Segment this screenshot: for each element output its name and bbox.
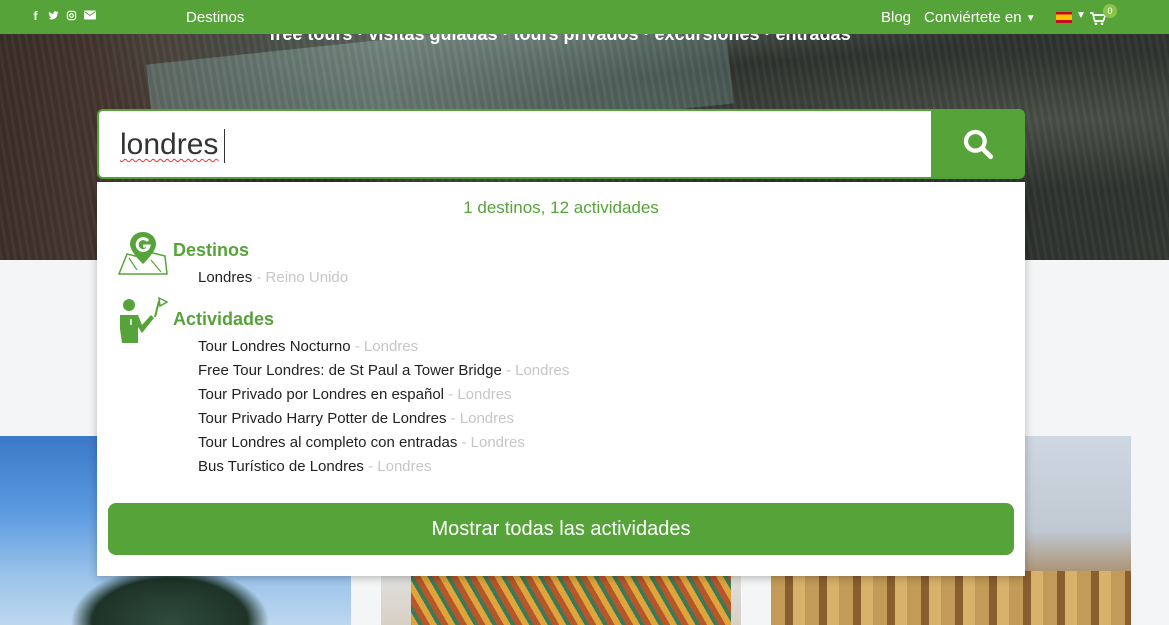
activity-result[interactable]: Tour Londres al completo con entradas - … xyxy=(198,434,525,451)
nav-become-dropdown[interactable]: Conviértete en ▼ xyxy=(924,9,1036,26)
nav-destinos-link[interactable]: Destinos xyxy=(186,9,244,26)
results-summary: 1 destinos, 12 actividades xyxy=(463,198,659,217)
activity-location: - Londres xyxy=(457,434,525,451)
card-image xyxy=(771,571,1131,625)
language-chevron-down-icon[interactable]: ▼ xyxy=(1076,10,1086,21)
activity-location: - Londres xyxy=(444,386,512,403)
search-suggestions-dropdown: 1 destinos, 12 actividades Destinos Lond… xyxy=(97,182,1025,576)
search-input-value: londres xyxy=(120,128,219,161)
search-button[interactable] xyxy=(931,109,1025,179)
search-bar: londres xyxy=(97,109,1025,179)
destination-name: Londres xyxy=(198,269,253,286)
search-input[interactable]: londres xyxy=(97,109,931,179)
activity-location: - Londres xyxy=(446,410,514,427)
map-pin-icon xyxy=(117,232,168,275)
activity-result[interactable]: Tour Londres Nocturno - Londres xyxy=(198,338,418,355)
instagram-icon[interactable] xyxy=(66,10,77,23)
activity-name: Bus Turístico de Londres xyxy=(198,458,364,475)
nav-blog-link[interactable]: Blog xyxy=(881,9,911,26)
activity-name: Free Tour Londres: de St Paul a Tower Br… xyxy=(198,362,502,379)
activity-name: Tour Londres Nocturno xyxy=(198,338,351,355)
activity-result[interactable]: Tour Privado Harry Potter de Londres - L… xyxy=(198,410,514,427)
activity-name: Tour Londres al completo con entradas xyxy=(198,434,458,451)
activity-result[interactable]: Bus Turístico de Londres - Londres xyxy=(198,458,431,475)
activity-location: - Londres xyxy=(501,362,570,379)
spain-flag-icon[interactable] xyxy=(1056,12,1072,23)
destinos-section-title: Destinos xyxy=(173,240,250,260)
activity-location: - Londres xyxy=(363,458,432,475)
mail-icon[interactable] xyxy=(84,10,96,23)
card-image xyxy=(411,576,731,625)
cart-count-badge: 0 xyxy=(1103,4,1117,18)
actividades-section-title: Actividades xyxy=(173,309,275,329)
twitter-icon[interactable] xyxy=(48,10,59,23)
nav-become-label: Conviértete en xyxy=(924,9,1022,26)
chevron-down-icon: ▼ xyxy=(1025,13,1036,24)
activity-name: Tour Privado por Londres en español xyxy=(198,386,444,403)
activity-result[interactable]: Free Tour Londres: de St Paul a Tower Br… xyxy=(198,362,569,379)
destination-result[interactable]: Londres - Reino Unido xyxy=(198,269,348,286)
activity-name: Tour Privado Harry Potter de Londres xyxy=(198,410,447,427)
top-navigation-bar: f Destinos Blog Conviértete en ▼ ▼ 0 xyxy=(0,0,1169,34)
destination-country: - Reino Unido xyxy=(252,269,349,286)
show-all-activities-button[interactable]: Mostrar todas las actividades xyxy=(108,503,1014,555)
guide-icon xyxy=(120,297,169,343)
activity-location: - Londres xyxy=(350,338,419,355)
facebook-icon[interactable]: f xyxy=(30,10,41,23)
text-caret xyxy=(224,129,225,163)
social-links: f xyxy=(30,10,96,23)
activity-result[interactable]: Tour Privado por Londres en español - Lo… xyxy=(198,386,512,403)
search-icon xyxy=(963,129,994,160)
